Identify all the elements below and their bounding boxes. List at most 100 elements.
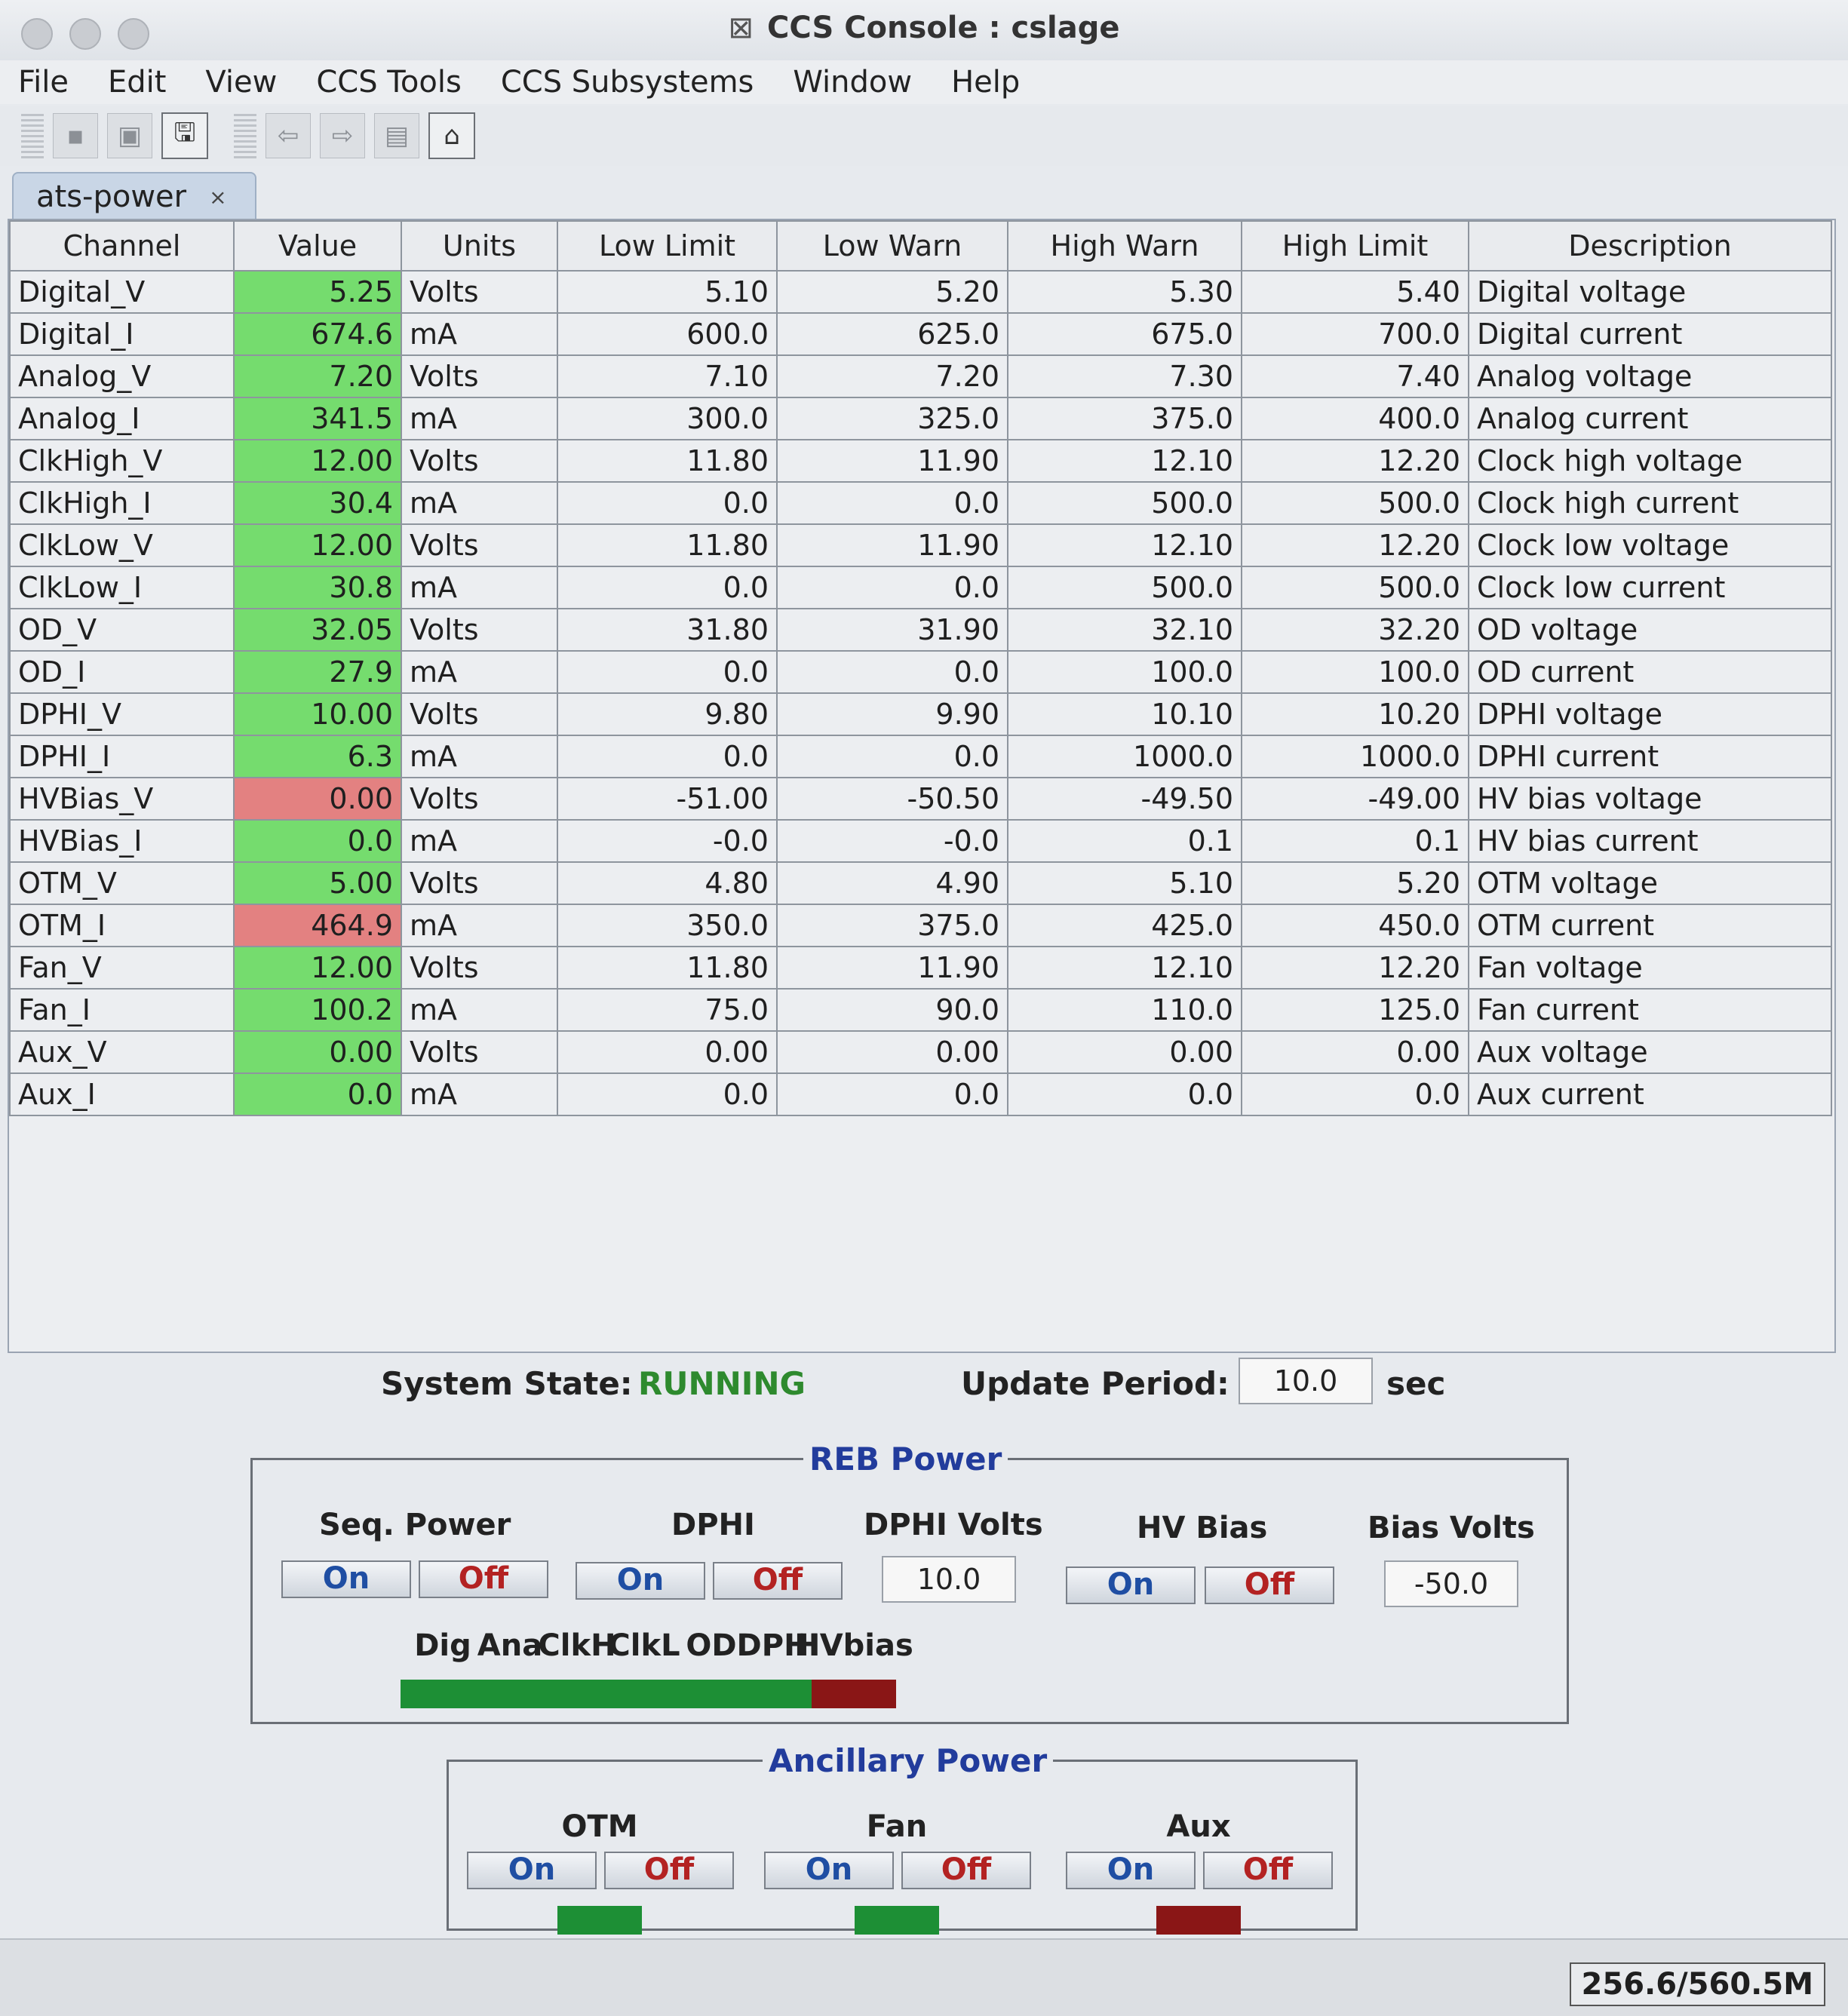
menu-view[interactable]: View [205,65,277,100]
table-row[interactable]: ClkLow_V 12.00 Volts 11.80 11.90 12.10 12.20 Cl… [9,523,1832,567]
table-row[interactable]: ClkLow_I 30.8 mA 0.0 0.0 500.0 500.0 Clock low … [9,566,1832,609]
cell-low-warn: 11.90 [776,439,1008,483]
home-icon[interactable]: ⌂ [428,112,475,159]
cell-low-limit: 11.80 [557,946,778,990]
fan-off-button[interactable]: Off [901,1852,1031,1889]
indicator-label-clkh: ClkH [538,1628,616,1663]
column-header-low-limit[interactable]: Low Limit [557,220,778,272]
otm-on-button[interactable]: On [467,1852,597,1889]
ancillary-power-group: Ancillary Power OTM On Off Fan On Off Aux On Off [447,1742,1358,1935]
table-row[interactable]: OTM_I 464.9 mA 350.0 375.0 425.0 450.0 OTM curr… [9,904,1832,947]
cell-channel: Aux_I [9,1072,235,1116]
reb-power-title: REB Power [809,1441,1002,1477]
fan-on-button[interactable]: On [764,1852,894,1889]
page-icon[interactable]: ▤ [374,113,419,158]
menu-ccs-tools[interactable]: CCS Tools [316,65,462,100]
cell-low-warn: 0.0 [776,735,1008,778]
table-row[interactable]: HVBias_I 0.0 mA -0.0 -0.0 0.1 0.1 HV bias curre… [9,819,1832,863]
cell-low-warn: 90.0 [776,988,1008,1032]
cell-high-warn: 12.10 [1007,439,1242,483]
cell-units: Volts [401,861,558,905]
toolbar-grip[interactable] [21,113,44,158]
tab-close-icon[interactable]: × [209,185,226,210]
indicator-label-hvbias: HVbias [794,1628,913,1663]
dphi-off-button[interactable]: Off [713,1562,843,1600]
status-indicator-aux [1156,1906,1241,1935]
cell-high-limit: 100.0 [1241,650,1469,694]
cell-low-limit: 600.0 [557,312,778,356]
dphi-on-button[interactable]: On [576,1562,705,1600]
cell-value: 30.4 [233,481,402,525]
hv-bias-off-button[interactable]: Off [1205,1566,1334,1604]
column-header-channel[interactable]: Channel [9,220,235,272]
table-row[interactable]: Fan_V 12.00 Volts 11.80 11.90 12.10 12.20 Fan v… [9,946,1832,990]
table-row[interactable]: Aux_I 0.0 mA 0.0 0.0 0.0 0.0 Aux current [9,1072,1832,1116]
menu-window[interactable]: Window [793,65,912,100]
cell-high-warn: 500.0 [1007,481,1242,525]
seq-power-on-button[interactable]: On [281,1560,411,1598]
table-row[interactable]: DPHI_I 6.3 mA 0.0 0.0 1000.0 1000.0 DPHI curren… [9,735,1832,778]
column-header-description[interactable]: Description [1468,220,1832,272]
hv-bias-on-button[interactable]: On [1066,1566,1196,1604]
ccs-console-window: ⊠ CCS Console : cslage File Edit View CCS… [0,0,1848,2016]
cell-units: mA [401,566,558,609]
table-row[interactable]: OTM_V 5.00 Volts 4.80 4.90 5.10 5.20 OTM voltag… [9,861,1832,905]
cell-units: mA [401,312,558,356]
fan-label: Fan [866,1809,928,1844]
table-row[interactable]: HVBias_V 0.00 Volts -51.00 -50.50 -49.50 -49.0… [9,777,1832,821]
table-row[interactable]: OD_V 32.05 Volts 31.80 31.90 32.10 32.20 OD vol… [9,608,1832,652]
save-icon[interactable]: ▪ [53,113,98,158]
column-header-high-limit[interactable]: High Limit [1241,220,1469,272]
cell-description: Analog current [1468,397,1832,440]
table-row[interactable]: Digital_I 674.6 mA 600.0 625.0 675.0 700.0 Digi… [9,312,1832,356]
cell-units: Volts [401,523,558,567]
cell-low-limit: 0.0 [557,1072,778,1116]
bias-volts-input[interactable] [1384,1560,1518,1607]
menu-file[interactable]: File [18,65,69,100]
seq-power-off-button[interactable]: Off [419,1560,548,1598]
cell-high-warn: 1000.0 [1007,735,1242,778]
otm-off-button[interactable]: Off [604,1852,734,1889]
save-all-icon[interactable]: ▣ [107,113,152,158]
forward-arrow-icon[interactable]: ⇨ [320,113,365,158]
cell-description: Analog voltage [1468,354,1832,398]
save-as-icon[interactable]: 🖫 [161,112,208,159]
table-row[interactable]: Digital_V 5.25 Volts 5.10 5.20 5.30 5.40 Digita… [9,270,1832,314]
tab-ats-power[interactable]: ats-power × [12,172,256,220]
aux-off-button[interactable]: Off [1203,1852,1333,1889]
table-row[interactable]: DPHI_V 10.00 Volts 9.80 9.90 10.10 10.20 DPHI v… [9,692,1832,736]
cell-high-warn: 500.0 [1007,566,1242,609]
menu-help[interactable]: Help [951,65,1020,100]
cell-high-limit: 12.20 [1241,523,1469,567]
toolbar-grip-2[interactable] [234,113,256,158]
column-header-value[interactable]: Value [233,220,402,272]
table-row[interactable]: ClkHigh_I 30.4 mA 0.0 0.0 500.0 500.0 Clock hig… [9,481,1832,525]
column-header-units[interactable]: Units [401,220,558,272]
dphi-volts-input[interactable] [882,1556,1016,1603]
title-bar: ⊠ CCS Console : cslage [0,0,1848,62]
cell-low-limit: 75.0 [557,988,778,1032]
table-row[interactable]: OD_I 27.9 mA 0.0 0.0 100.0 100.0 OD current [9,650,1832,694]
menu-ccs-subsystems[interactable]: CCS Subsystems [501,65,754,100]
cell-low-warn: 0.0 [776,481,1008,525]
back-arrow-icon[interactable]: ⇦ [266,113,311,158]
column-header-high-warn[interactable]: High Warn [1007,220,1242,272]
cell-channel: Analog_V [9,354,235,398]
cell-channel: HVBias_V [9,777,235,821]
cell-description: OTM current [1468,904,1832,947]
table-row[interactable]: Fan_I 100.2 mA 75.0 90.0 110.0 125.0 Fan curren… [9,988,1832,1032]
column-header-low-warn[interactable]: Low Warn [776,220,1008,272]
aux-on-button[interactable]: On [1066,1852,1196,1889]
table-row[interactable]: ClkHigh_V 12.00 Volts 11.80 11.90 12.10 12.20 C… [9,439,1832,483]
cell-value: 0.0 [233,1072,402,1116]
menu-bar: File Edit View CCS Tools CCS Subsystems … [0,60,1848,104]
menu-edit[interactable]: Edit [108,65,166,100]
cell-high-limit: 7.40 [1241,354,1469,398]
table-row[interactable]: Analog_I 341.5 mA 300.0 325.0 375.0 400.0 Analo… [9,397,1832,440]
cell-low-limit: 4.80 [557,861,778,905]
table-row[interactable]: Analog_V 7.20 Volts 7.10 7.20 7.30 7.40 Analog … [9,354,1832,398]
update-period-input[interactable] [1239,1358,1373,1404]
table-row[interactable]: Aux_V 0.00 Volts 0.00 0.00 0.00 0.00 Aux voltag… [9,1030,1832,1074]
cell-low-warn: 4.90 [776,861,1008,905]
cell-value: 32.05 [233,608,402,652]
